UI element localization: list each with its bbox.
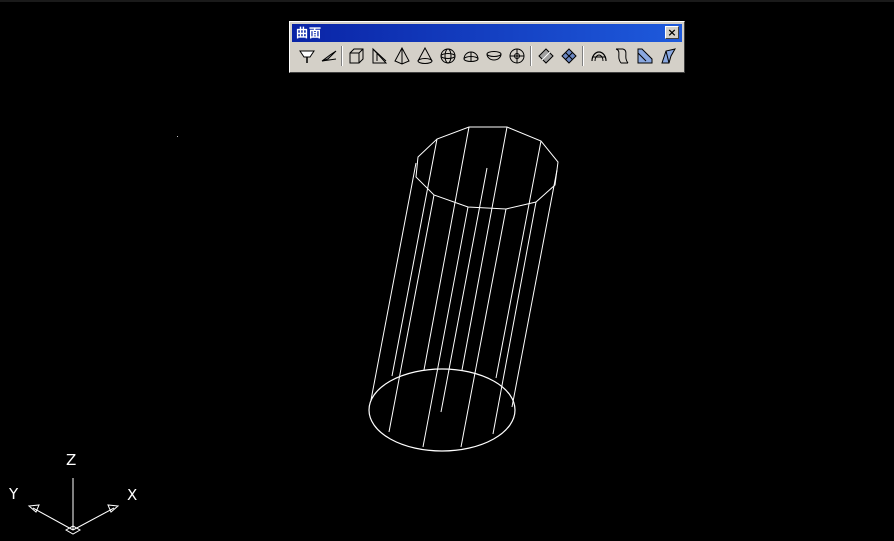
tabulated-surface-button[interactable] [611,45,633,67]
toolbar-separator [341,46,343,66]
cone-button[interactable] [414,45,436,67]
cylinder-line [460,208,507,448]
revolved-surface-button[interactable] [588,45,610,67]
pyramid-button[interactable] [391,45,413,67]
dome-icon [463,51,479,62]
cylinder-bottom-rim [368,368,516,452]
cylinder-line [492,201,537,435]
3d-face-button[interactable] [318,45,340,67]
sphere-icon [440,48,456,64]
toolbar-title: 曲面 [296,26,323,40]
toolbar-close-button[interactable]: × [665,26,679,39]
toolbar-titlebar[interactable]: 曲面 × [292,24,682,42]
tabulated-surface-icon [615,48,629,64]
cylinder-line [423,126,470,371]
drawing-viewport[interactable]: Z Y X [0,0,894,541]
cylinder-line [422,206,469,448]
3d-mesh-icon [561,48,577,64]
2d-solid-icon [299,50,315,63]
torus-icon [509,48,525,64]
3d-face-icon [321,50,337,62]
cylinder-line [388,194,435,433]
dish-icon [486,51,502,61]
cone-icon [417,47,433,64]
cylinder-line [495,140,542,379]
edge-surface-button[interactable] [657,45,679,67]
edge-icon [538,48,554,64]
toolbar-separator [582,46,584,66]
2d-solid-button[interactable] [296,45,318,67]
stray-point [177,136,178,137]
ucs-y-label: Y [9,485,19,503]
toolbar-separator [530,46,532,66]
wedge-icon [372,47,388,64]
3d-mesh-button[interactable] [558,45,580,67]
ucs-z-label: Z [66,451,77,469]
edge-surface-icon [661,48,676,64]
cylinder-edge-left [370,162,417,401]
surfaces-toolbar[interactable]: 曲面 × [289,21,685,73]
ucs-icon: Z Y X [0,450,160,541]
cylinder-line [461,126,508,371]
box-button[interactable] [345,45,367,67]
cylinder-line [391,138,438,377]
sphere-button[interactable] [437,45,459,67]
dish-button[interactable] [483,45,505,67]
edge-button[interactable] [535,45,557,67]
box-icon [349,48,364,64]
ruled-surface-icon [637,48,653,64]
pyramid-icon [394,47,410,65]
toolbar-buttons [294,45,682,69]
dome-button[interactable] [460,45,482,67]
torus-button[interactable] [506,45,528,67]
ruled-surface-button[interactable] [634,45,656,67]
revolved-surface-icon [591,51,607,62]
wedge-button[interactable] [368,45,390,67]
ucs-x-label: X [127,486,138,504]
